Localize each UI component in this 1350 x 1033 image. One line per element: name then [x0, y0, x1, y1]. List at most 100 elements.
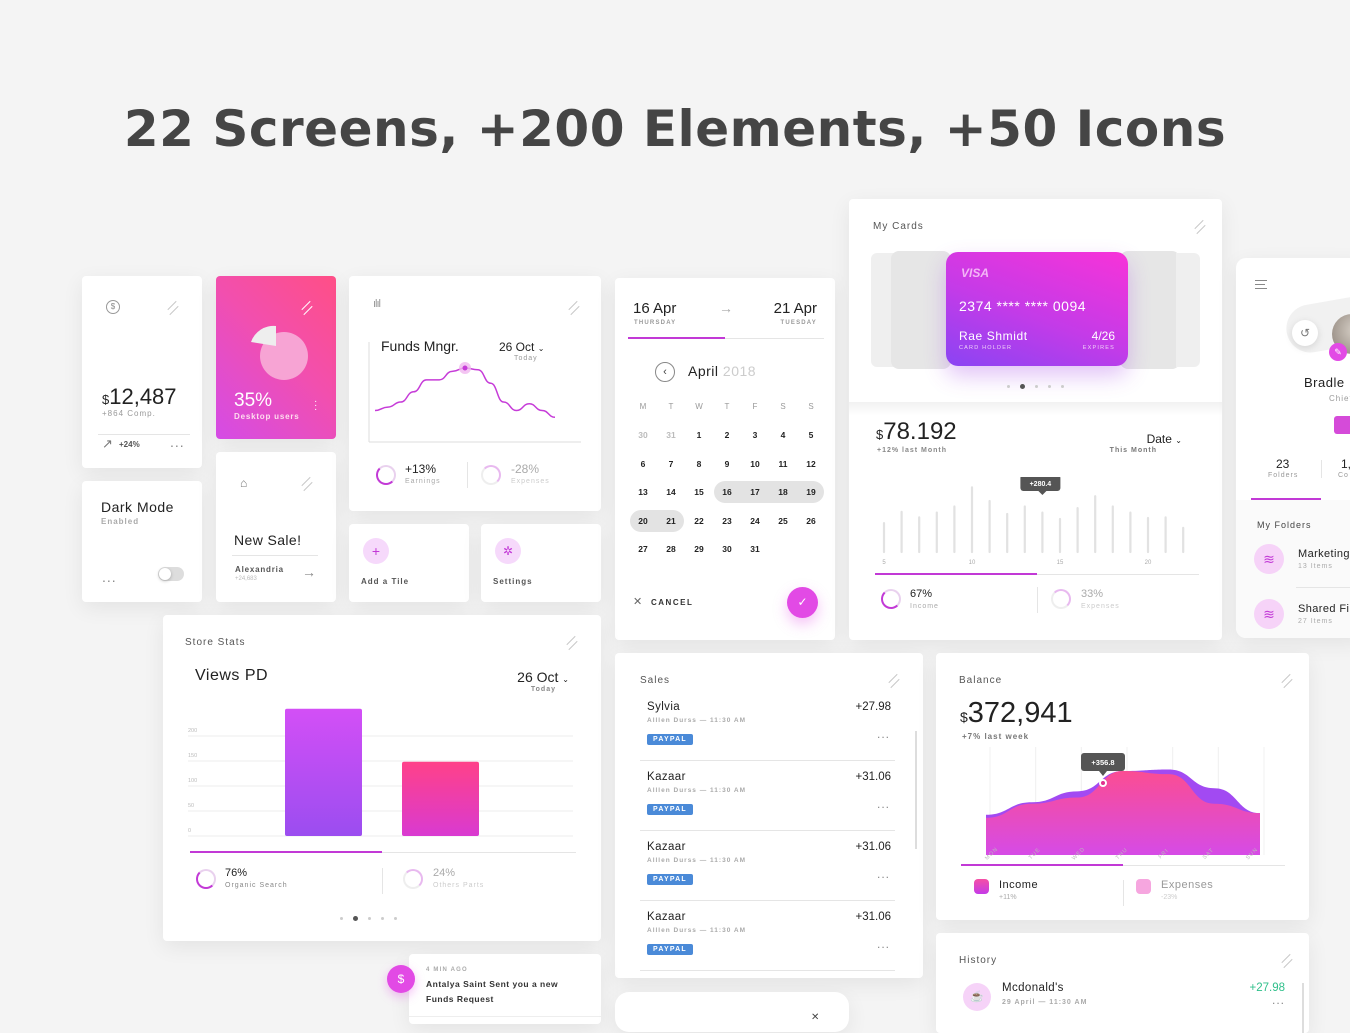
date-dropdown[interactable]: 26 Oct ⌄ — [517, 669, 569, 685]
from-date[interactable]: 16 Apr — [633, 300, 676, 317]
expand-icon[interactable] — [300, 478, 312, 490]
more-menu[interactable]: ... — [877, 937, 890, 951]
calendar-day[interactable]: 13 — [629, 487, 657, 497]
page-dot[interactable] — [1048, 385, 1051, 388]
calendar-day[interactable]: 20 — [629, 516, 657, 526]
y-tick-label: 50 — [188, 803, 194, 809]
calendar-day[interactable]: 25 — [769, 516, 797, 526]
calendar-day[interactable]: 9 — [713, 459, 741, 469]
date-filter-dropdown[interactable]: Date ⌄ — [1147, 432, 1182, 446]
calendar-day[interactable]: 17 — [741, 487, 769, 497]
to-date[interactable]: 21 Apr — [774, 300, 817, 317]
calendar-day[interactable]: 23 — [713, 516, 741, 526]
calendar-day[interactable]: 7 — [657, 459, 685, 469]
calendar-day[interactable]: 26 — [797, 516, 825, 526]
close-icon[interactable]: ✕ — [811, 1012, 819, 1023]
income-label: Income — [910, 603, 939, 610]
expand-icon[interactable] — [565, 637, 577, 649]
more-menu[interactable]: ... — [1272, 993, 1285, 1007]
page-dot[interactable] — [1061, 385, 1064, 388]
calendar-day[interactable]: 22 — [685, 516, 713, 526]
expand-icon[interactable] — [300, 302, 312, 314]
expand-icon[interactable] — [1280, 675, 1292, 687]
close-icon[interactable]: ✕ — [633, 595, 642, 608]
more-menu[interactable]: ... — [170, 434, 185, 450]
paypal-badge: PAYPAL — [647, 734, 693, 745]
weekday-label: T — [724, 402, 730, 411]
arrow-right-icon[interactable]: → — [302, 564, 316, 580]
kebab-menu-icon[interactable]: · · · — [314, 397, 317, 415]
calendar-day[interactable]: 30 — [713, 544, 741, 554]
expand-icon[interactable] — [887, 675, 899, 687]
cards-pagination[interactable] — [849, 384, 1222, 389]
calendar-day[interactable]: 28 — [657, 544, 685, 554]
history-icon[interactable]: ↺ — [1292, 320, 1318, 346]
credit-card[interactable]: VISA 2374 **** **** 0094 Rae Shmidt CARD… — [946, 252, 1128, 366]
calendar-day[interactable]: 6 — [629, 459, 657, 469]
calendar-day[interactable]: 24 — [741, 516, 769, 526]
page-dot[interactable] — [380, 917, 384, 920]
calendar-day[interactable]: 18 — [769, 487, 797, 497]
calendar-day[interactable]: 21 — [657, 516, 685, 526]
sales-scrollbar[interactable] — [915, 731, 917, 849]
calendar-day[interactable]: 2 — [713, 430, 741, 440]
calendar-day[interactable]: 30 — [629, 430, 657, 440]
confirm-button[interactable]: ✓ — [787, 587, 818, 618]
calendar-day[interactable]: 11 — [769, 459, 797, 469]
folders-label: Folders — [1268, 472, 1299, 479]
weekday-label: M — [639, 402, 647, 411]
hamburger-menu-icon[interactable] — [1255, 280, 1267, 289]
calendar-day[interactable]: 29 — [685, 544, 713, 554]
more-menu[interactable]: ... — [877, 797, 890, 811]
calendar-day[interactable]: 16 — [713, 487, 741, 497]
second-count: 1, — [1341, 457, 1350, 471]
weekday-label: S — [780, 402, 786, 411]
page-dot[interactable] — [339, 917, 343, 920]
folder-name[interactable]: Marketing — [1298, 548, 1350, 560]
calendar-day[interactable]: 31 — [741, 544, 769, 554]
add-tile-button[interactable]: + Add a Tile — [349, 524, 469, 602]
page-dot[interactable] — [367, 917, 371, 920]
notification-card[interactable]: 4 MIN AGO Antalya Saint Sent you a new F… — [409, 954, 601, 1024]
page-dot[interactable] — [352, 916, 358, 921]
calendar-day[interactable]: 12 — [797, 459, 825, 469]
calendar-day[interactable]: 14 — [657, 487, 685, 497]
stats-pagination[interactable] — [149, 916, 587, 921]
calendar-day[interactable]: 31 — [657, 430, 685, 440]
expand-icon[interactable] — [1193, 221, 1205, 233]
expand-icon[interactable] — [567, 302, 579, 314]
calendar-day[interactable]: 1 — [685, 430, 713, 440]
prev-month-button[interactable]: ‹ — [655, 362, 675, 382]
dark-mode-toggle[interactable] — [158, 567, 184, 581]
page-dot[interactable] — [1020, 384, 1025, 389]
more-menu[interactable]: ... — [877, 867, 890, 881]
profile-action-button[interactable] — [1334, 416, 1350, 434]
edit-icon[interactable]: ✎ — [1329, 343, 1347, 361]
calendar-day[interactable]: 27 — [629, 544, 657, 554]
new-sale-tile: ⌂ New Sale! Alexandria +24,683 → — [216, 452, 336, 602]
weekday-label: S — [808, 402, 814, 411]
settings-label: Settings — [493, 577, 533, 586]
more-menu[interactable]: ... — [102, 569, 117, 585]
calendar-day[interactable]: 3 — [741, 430, 769, 440]
more-menu[interactable]: ... — [877, 727, 890, 741]
calendar-day[interactable]: 10 — [741, 459, 769, 469]
calendar-day[interactable]: 5 — [797, 430, 825, 440]
calendar-day[interactable]: 19 — [797, 487, 825, 497]
bar-organic-search — [285, 708, 362, 836]
folder-name[interactable]: Shared Fi — [1298, 603, 1349, 615]
expand-icon[interactable] — [166, 302, 178, 314]
page-dot[interactable] — [1007, 385, 1010, 388]
calendar-day[interactable]: 15 — [685, 487, 713, 497]
expenses-label: Expenses — [1081, 603, 1120, 610]
pie-chart-icon — [251, 325, 308, 380]
expand-icon[interactable] — [1280, 955, 1292, 967]
page-dot[interactable] — [1035, 385, 1038, 388]
page-dot[interactable] — [393, 917, 397, 920]
settings-button[interactable]: ✲ Settings — [481, 524, 601, 602]
cancel-button[interactable]: CANCEL — [651, 598, 693, 607]
calendar-day[interactable]: 4 — [769, 430, 797, 440]
calendar-day[interactable]: 8 — [685, 459, 713, 469]
history-scrollbar[interactable] — [1302, 983, 1304, 1033]
sale-meta: Alllen Durss — 11:30 AM — [647, 857, 746, 864]
